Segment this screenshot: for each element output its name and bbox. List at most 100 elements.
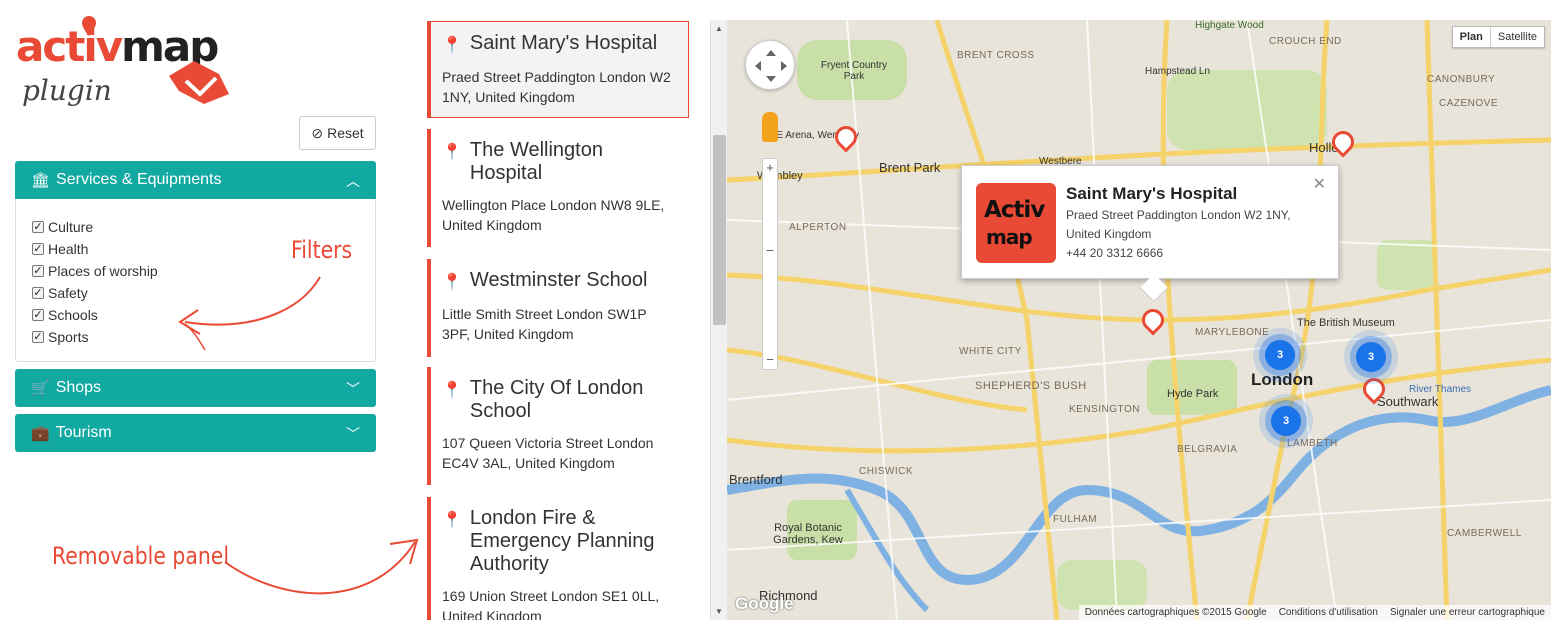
zoom-level-tick: –	[766, 242, 774, 257]
map-label-fryent: Fryent Country Park	[820, 60, 888, 82]
map-marker-icon: 📍	[442, 37, 462, 54]
filters-annotation: Filters	[291, 236, 353, 264]
place-name: Westminster School	[469, 269, 648, 291]
scroll-up-icon[interactable]: ▲	[715, 24, 723, 33]
marker-cluster[interactable]: 3	[1356, 342, 1386, 372]
map-label-camberwell: CAMBERWELL	[1447, 528, 1522, 539]
map-label-chiswick: CHISWICK	[859, 466, 913, 477]
close-icon[interactable]: ✕	[1313, 174, 1326, 194]
map-marker-icon: 📍	[442, 144, 462, 161]
checkbox-icon[interactable]: ✓	[32, 309, 44, 321]
place-address: Praed Street Paddington London W2 1NY, U…	[442, 69, 671, 105]
info-window-logo: Activ map	[976, 183, 1056, 263]
map-label-fulham: FULHAM	[1053, 514, 1098, 525]
marker-cluster[interactable]: 3	[1265, 340, 1295, 370]
filter-label: Safety	[48, 285, 88, 301]
map-label-highgate-wood: Highgate Wood	[1195, 20, 1264, 31]
arrow-annotation-panel	[224, 538, 419, 595]
accordion-services[interactable]: 🏛 Services & Equipments ︿	[15, 161, 376, 199]
checkbox-icon[interactable]: ✓	[32, 331, 44, 343]
info-address-line2: United Kingdom	[1066, 227, 1152, 241]
info-window: Activ map Saint Mary's Hospital Praed St…	[961, 165, 1339, 303]
scroll-down-icon[interactable]: ▼	[715, 607, 723, 616]
checkbox-icon[interactable]: ✓	[32, 221, 44, 233]
info-logo-line1: Activ	[984, 197, 1045, 223]
map-label-brent-park: Brent Park	[879, 160, 941, 175]
info-phone: +44 20 3312 6666	[1066, 246, 1164, 260]
map-marker-icon: 📍	[442, 274, 462, 291]
filter-culture[interactable]: ✓ Culture	[32, 216, 375, 238]
map-label-canonbury: CANONBURY	[1427, 74, 1496, 85]
checkbox-icon[interactable]: ✓	[32, 243, 44, 255]
map-label-brentford: Brentford	[729, 472, 783, 487]
map-label-cazenove: CAZENOVE	[1439, 98, 1499, 109]
map-attribution: Données cartographiques ©2015 Google Con…	[1078, 605, 1551, 620]
filter-label: Places of worship	[48, 263, 158, 279]
map-label-belgravia: BELGRAVIA	[1177, 444, 1238, 455]
street-view-pegman-icon[interactable]	[762, 112, 778, 142]
terms-link[interactable]: Conditions d'utilisation	[1279, 607, 1378, 618]
place-card-2[interactable]: 📍 Westminster School Little Smith Street …	[427, 259, 689, 357]
marker-cluster[interactable]: 3	[1271, 406, 1301, 436]
logo-pin-icon	[82, 16, 96, 36]
list-scrollbar[interactable]: ▲ ▼	[710, 20, 727, 620]
reset-label: Reset	[327, 125, 364, 141]
map-type-satellite[interactable]: Satellite	[1491, 27, 1544, 47]
map-label-shepherds: SHEPHERD'S BUSH	[975, 380, 1087, 392]
reset-button[interactable]: ⊘ Reset	[299, 116, 376, 150]
place-card-1[interactable]: 📍 The Wellington Hospital Wellington Plac…	[427, 129, 689, 247]
institution-icon: 🏛	[31, 172, 51, 189]
map-label-lambeth: LAMBETH	[1287, 438, 1338, 449]
place-name: The City Of London School	[469, 377, 644, 422]
map-canvas[interactable]: Wembley SSE Arena, Wembley Brent Park Fr…	[727, 20, 1551, 620]
place-card-4[interactable]: 📍 London Fire & Emergency Planning Author…	[427, 497, 689, 620]
map-data-credit: Données cartographiques ©2015 Google	[1084, 607, 1267, 618]
place-address: Wellington Place London NW8 9LE, United …	[442, 197, 665, 233]
place-name: London Fire & Emergency Planning Authori…	[469, 507, 655, 575]
place-name: Saint Mary's Hospital	[469, 32, 658, 54]
scroll-thumb[interactable]	[713, 135, 726, 325]
zoom-out-icon[interactable]: −	[764, 353, 776, 367]
accordion-services-label: Services & Equipments	[56, 171, 222, 188]
filter-label: Schools	[48, 307, 98, 323]
logo-map-icon	[169, 61, 229, 104]
accordion-shops-label: Shops	[55, 379, 102, 396]
arrow-annotation-filters	[178, 276, 321, 351]
filter-label: Sports	[48, 329, 89, 345]
map-marker-icon: 📍	[442, 512, 462, 529]
place-card-3[interactable]: 📍 The City Of London School 107 Queen Vic…	[427, 367, 689, 485]
map-type-control[interactable]: Plan Satellite	[1451, 26, 1545, 48]
place-address: Little Smith Street London SW1P 3PF, Uni…	[442, 306, 647, 342]
map-type-plan[interactable]: Plan	[1453, 27, 1491, 47]
removable-annotation: Removable panel	[52, 542, 229, 570]
zoom-control[interactable]: + – −	[762, 158, 778, 370]
chevron-down-icon: ﹀	[346, 426, 360, 442]
map-label-hyde-park: Hyde Park	[1167, 388, 1219, 400]
map-label-british-museum: The British Museum	[1297, 317, 1395, 329]
place-card-0[interactable]: 📍 Saint Mary's Hospital Praed Street Padd…	[427, 21, 689, 118]
accordion-shops[interactable]: 🛒 Shops ﹀	[15, 369, 376, 407]
logo-subtitle: plugin	[22, 74, 112, 107]
pan-control[interactable]	[745, 40, 795, 90]
map-label-white-city: WHITE CITY	[959, 346, 1022, 357]
place-name: The Wellington Hospital	[469, 139, 603, 184]
accordion-tourism-label: Tourism	[55, 424, 112, 441]
suitcase-icon: 💼	[31, 425, 50, 442]
map-label-brent-cross: BRENT CROSS	[957, 50, 1035, 61]
map-label-alperton: ALPERTON	[789, 222, 847, 233]
info-window-title: Saint Mary's Hospital	[1066, 184, 1238, 203]
cart-icon: 🛒	[31, 380, 50, 397]
map-label-river-thames: River Thames	[1409, 384, 1472, 395]
place-address: 107 Queen Victoria Street London EC4V 3A…	[442, 435, 654, 471]
zoom-in-icon[interactable]: +	[764, 161, 776, 175]
map-label-kensington: KENSINGTON	[1069, 404, 1140, 415]
checkbox-icon[interactable]: ✓	[32, 287, 44, 299]
accordion-tourism[interactable]: 💼 Tourism ﹀	[15, 414, 376, 452]
checkbox-icon[interactable]: ✓	[32, 265, 44, 277]
pan-arrows-icon	[755, 50, 787, 82]
google-logo: Google	[735, 594, 794, 613]
filter-label: Culture	[48, 219, 94, 235]
ban-icon: ⊘	[311, 124, 324, 141]
report-error-link[interactable]: Signaler une erreur cartographique	[1390, 607, 1545, 618]
map-label-hampstead: Hampstead Ln	[1145, 66, 1211, 77]
